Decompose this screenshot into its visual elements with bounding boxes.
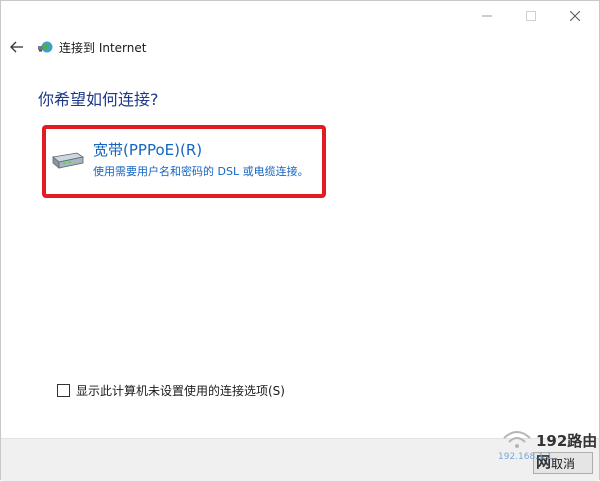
close-button[interactable] [553, 1, 597, 31]
minimize-icon [482, 15, 492, 17]
window-title: 连接到 Internet [59, 41, 147, 55]
show-options-checkbox[interactable] [57, 383, 70, 397]
watermark-url: 192.168.1.1 [498, 452, 553, 462]
close-icon [570, 11, 580, 21]
maximize-icon [526, 11, 536, 21]
back-arrow-icon [10, 41, 23, 53]
checkbox-label: 显示此计算机未设置使用的连接选项(S) [76, 383, 285, 398]
page-heading: 你希望如何连接? [38, 90, 159, 109]
show-options-checkbox-row[interactable]: 显示此计算机未设置使用的连接选项(S) [57, 381, 285, 399]
navigation-bar: 连接到 Internet [1, 33, 599, 61]
network-globe-icon [38, 41, 53, 53]
minimize-button[interactable] [465, 1, 509, 31]
option-title: 宽带(PPPoE)(R) [93, 141, 203, 159]
modem-icon [52, 152, 85, 169]
broadband-pppoe-option[interactable]: 宽带(PPPoE)(R) 使用需要用户名和密码的 DSL 或电缆连接。 [51, 139, 321, 183]
watermark: 192路由网 192.168.1.1 [498, 428, 598, 476]
dialog-window: 连接到 Internet 你希望如何连接? 宽带(PPPoE)(R) 使用需要用… [0, 0, 600, 481]
back-button[interactable] [7, 37, 27, 57]
wifi-icon [503, 431, 531, 448]
watermark-text: 192路由网 [536, 432, 598, 471]
maximize-button[interactable] [509, 1, 553, 31]
option-description: 使用需要用户名和密码的 DSL 或电缆连接。 [93, 165, 309, 178]
title-bar [1, 1, 599, 31]
